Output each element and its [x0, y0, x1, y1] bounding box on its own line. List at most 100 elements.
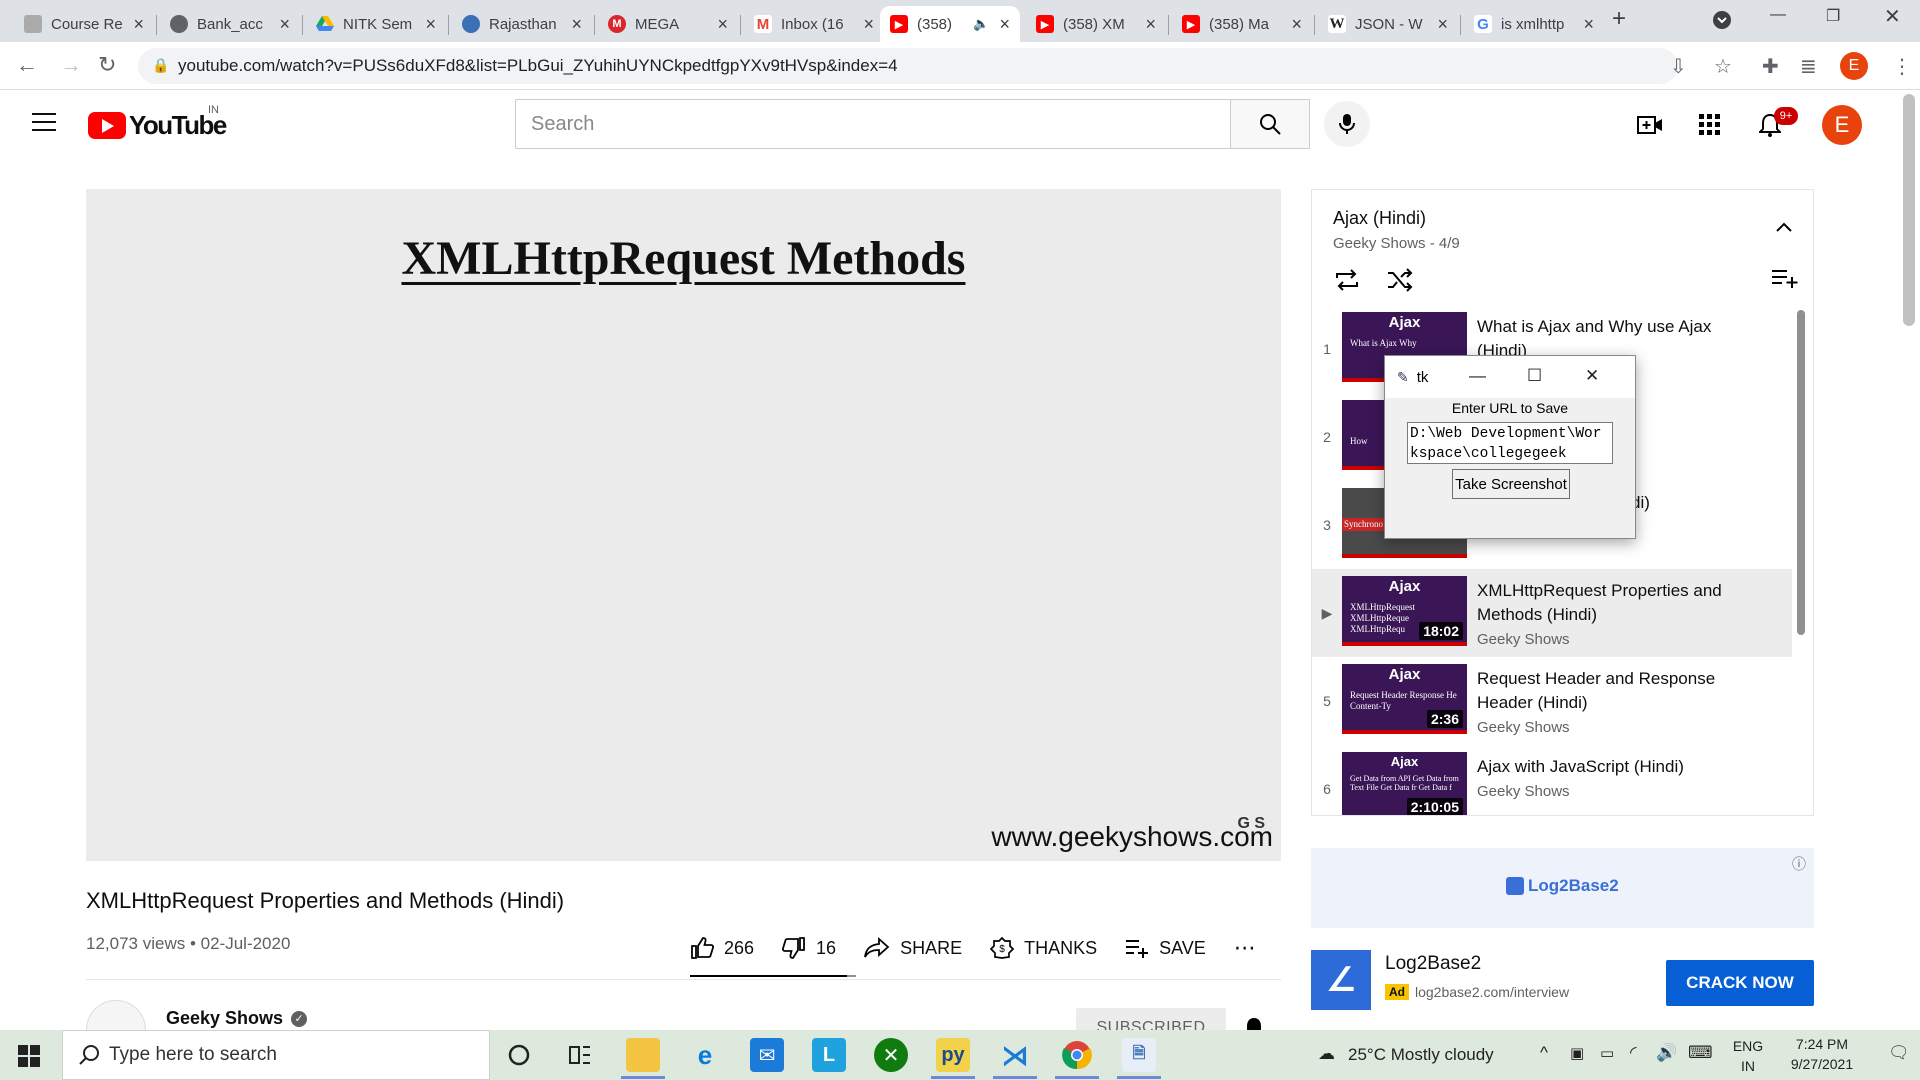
close-tab-icon[interactable]: ×	[863, 14, 874, 35]
video-thumbnail[interactable]: Ajax Get Data from API Get Data from Tex…	[1342, 752, 1467, 815]
reload-icon[interactable]: ↻	[98, 52, 116, 78]
tray-device-icon[interactable]: ▣	[1570, 1044, 1584, 1062]
browser-profile-avatar[interactable]: E	[1840, 52, 1868, 80]
apps-grid-icon[interactable]	[1696, 111, 1724, 139]
browser-tab[interactable]: Rajasthan ×	[452, 6, 592, 42]
taskbar-search-input[interactable]: Type here to search	[62, 1030, 490, 1080]
playlist-item-current[interactable]: ▶ Ajax XMLHttpRequest XMLHttpReque XMLHt…	[1312, 569, 1792, 657]
close-tab-icon[interactable]: ×	[999, 14, 1010, 35]
tab-search-icon[interactable]	[1712, 10, 1732, 35]
browser-tab[interactable]: M Inbox (16 ×	[744, 6, 884, 42]
back-icon[interactable]: ←	[16, 52, 38, 78]
keyboard-icon[interactable]: ⌨	[1688, 1043, 1713, 1063]
clock[interactable]: 7:24 PM 9/27/2021	[1772, 1034, 1872, 1074]
search-button[interactable]	[1230, 99, 1310, 149]
url-omnibox[interactable]: 🔒 youtube.com/watch?v=PUSs6duXFd8&list=P…	[138, 48, 1678, 84]
new-tab-icon[interactable]: +	[1612, 5, 1626, 33]
playlist-video-title[interactable]: Request Header and Response Header (Hind…	[1477, 667, 1727, 715]
cortana-icon[interactable]	[502, 1038, 536, 1072]
playlist-title[interactable]: Ajax (Hindi)	[1333, 208, 1426, 229]
windows-start-icon[interactable]	[18, 1045, 40, 1067]
account-avatar[interactable]: E	[1822, 105, 1862, 145]
loop-playlist-icon[interactable]	[1333, 268, 1361, 297]
close-tab-icon[interactable]: ×	[425, 14, 436, 35]
input-language[interactable]: ENG IN	[1728, 1036, 1768, 1076]
close-tab-icon[interactable]: ×	[1145, 14, 1156, 35]
ad-banner[interactable]: Log2Base2 ⓘ	[1311, 848, 1814, 928]
python-icon[interactable]: py	[936, 1038, 970, 1072]
dislike-button[interactable]: 16	[782, 936, 836, 960]
browser-tab-active[interactable]: ▶ (358) 🔈 ×	[880, 6, 1020, 42]
close-tab-icon[interactable]: ×	[717, 14, 728, 35]
url-entry-field[interactable]: D:\Web Development\Workspace\collegegeek	[1407, 422, 1613, 464]
browser-tab[interactable]: W JSON - W ×	[1318, 6, 1458, 42]
playlist-scrollbar[interactable]	[1797, 310, 1805, 635]
browser-tab[interactable]: G is xmlhttp ×	[1464, 6, 1604, 42]
weather-text[interactable]: 25°C Mostly cloudy	[1348, 1045, 1494, 1065]
more-actions-icon[interactable]: ⋯	[1234, 935, 1257, 961]
tk-titlebar[interactable]: ✎ tk — ☐ ✕	[1385, 356, 1635, 398]
tray-chevron-up-icon[interactable]: ^	[1540, 1043, 1548, 1063]
ad-url[interactable]: log2base2.com/interview	[1415, 984, 1569, 1000]
wifi-icon[interactable]: ◜	[1630, 1043, 1637, 1063]
create-video-icon[interactable]	[1636, 111, 1664, 139]
close-window-icon[interactable]: ✕	[1884, 4, 1901, 29]
playlist-item[interactable]: 5 Ajax Request Header Response He Conten…	[1312, 657, 1792, 745]
playlist-item[interactable]: 6 Ajax Get Data from API Get Data from T…	[1312, 745, 1792, 815]
edge-browser-icon[interactable]: e	[688, 1038, 722, 1072]
mail-icon[interactable]: ✉	[750, 1038, 784, 1072]
playlist-video-title[interactable]: XMLHttpRequest Properties and Methods (H…	[1477, 579, 1727, 627]
restore-icon[interactable]: ❐	[1826, 6, 1840, 26]
volume-icon[interactable]: 🔊	[1656, 1043, 1677, 1063]
browser-tab[interactable]: M MEGA ×	[598, 6, 738, 42]
browser-tab[interactable]: Course Re ×	[14, 6, 154, 42]
page-scrollbar[interactable]	[1903, 94, 1915, 326]
playlist-video-title[interactable]: Ajax with JavaScript (Hindi)	[1477, 755, 1727, 779]
ad-logo-icon[interactable]: ∠	[1311, 950, 1371, 1010]
close-tab-icon[interactable]: ×	[1583, 14, 1594, 35]
ad-card[interactable]: ∠ Log2Base2 Ad log2base2.com/interview C…	[1311, 950, 1814, 1012]
hamburger-menu-icon[interactable]	[32, 113, 56, 131]
share-button[interactable]: SHARE	[864, 937, 962, 959]
close-icon[interactable]: ✕	[1585, 366, 1599, 386]
action-center-icon[interactable]: 🗨	[1888, 1043, 1910, 1063]
xbox-icon[interactable]: ✕	[874, 1038, 908, 1072]
ad-name[interactable]: Log2Base2	[1385, 953, 1481, 975]
crack-now-button[interactable]: CRACK NOW	[1666, 960, 1814, 1006]
voice-search-button[interactable]	[1324, 101, 1370, 147]
thanks-button[interactable]: $ THANKS	[990, 936, 1097, 960]
speaker-icon[interactable]: 🔈	[973, 16, 989, 32]
search-input[interactable]: Search	[515, 99, 1231, 149]
like-button[interactable]: 266	[690, 936, 754, 960]
extensions-icon[interactable]: ✚	[1762, 54, 1779, 79]
take-screenshot-button[interactable]: Take Screenshot	[1452, 469, 1570, 499]
forward-icon[interactable]: →	[60, 52, 82, 78]
browser-tab[interactable]: ▶ (358) XM ×	[1026, 6, 1166, 42]
close-tab-icon[interactable]: ×	[1291, 14, 1302, 35]
video-player[interactable]: XMLHttpRequest Methods G S www.geekyshow…	[86, 189, 1281, 861]
close-tab-icon[interactable]: ×	[571, 14, 582, 35]
battery-icon[interactable]: ▭	[1600, 1044, 1614, 1062]
maximize-icon[interactable]: ☐	[1527, 366, 1542, 386]
l-app-icon[interactable]: L	[812, 1038, 846, 1072]
lock-icon[interactable]: 🔒	[152, 57, 169, 74]
browser-menu-icon[interactable]: ⋮	[1892, 54, 1912, 79]
minimize-icon[interactable]: —	[1469, 366, 1486, 386]
close-tab-icon[interactable]: ×	[133, 14, 144, 35]
save-button[interactable]: SAVE	[1125, 938, 1206, 959]
channel-name[interactable]: Geeky Shows ✓	[166, 1008, 308, 1029]
chrome-icon[interactable]	[1060, 1038, 1094, 1072]
bookmark-star-icon[interactable]: ☆	[1714, 54, 1732, 79]
save-playlist-icon[interactable]	[1771, 268, 1799, 293]
close-tab-icon[interactable]: ×	[279, 14, 290, 35]
minimize-icon[interactable]: —	[1770, 6, 1786, 24]
install-icon[interactable]: ⇩	[1670, 54, 1687, 79]
url-text[interactable]: youtube.com/watch?v=PUSs6duXFd8&list=PLb…	[178, 56, 898, 76]
browser-tab[interactable]: ▶ (358) Ma ×	[1172, 6, 1312, 42]
task-view-icon[interactable]	[563, 1038, 597, 1072]
vscode-icon[interactable]: ⋊	[998, 1038, 1032, 1072]
shuffle-icon[interactable]	[1386, 268, 1414, 297]
media-control-icon[interactable]: ≣	[1800, 54, 1817, 79]
file-explorer-icon[interactable]	[626, 1038, 660, 1072]
collapse-chevron-up-icon[interactable]	[1775, 220, 1793, 238]
